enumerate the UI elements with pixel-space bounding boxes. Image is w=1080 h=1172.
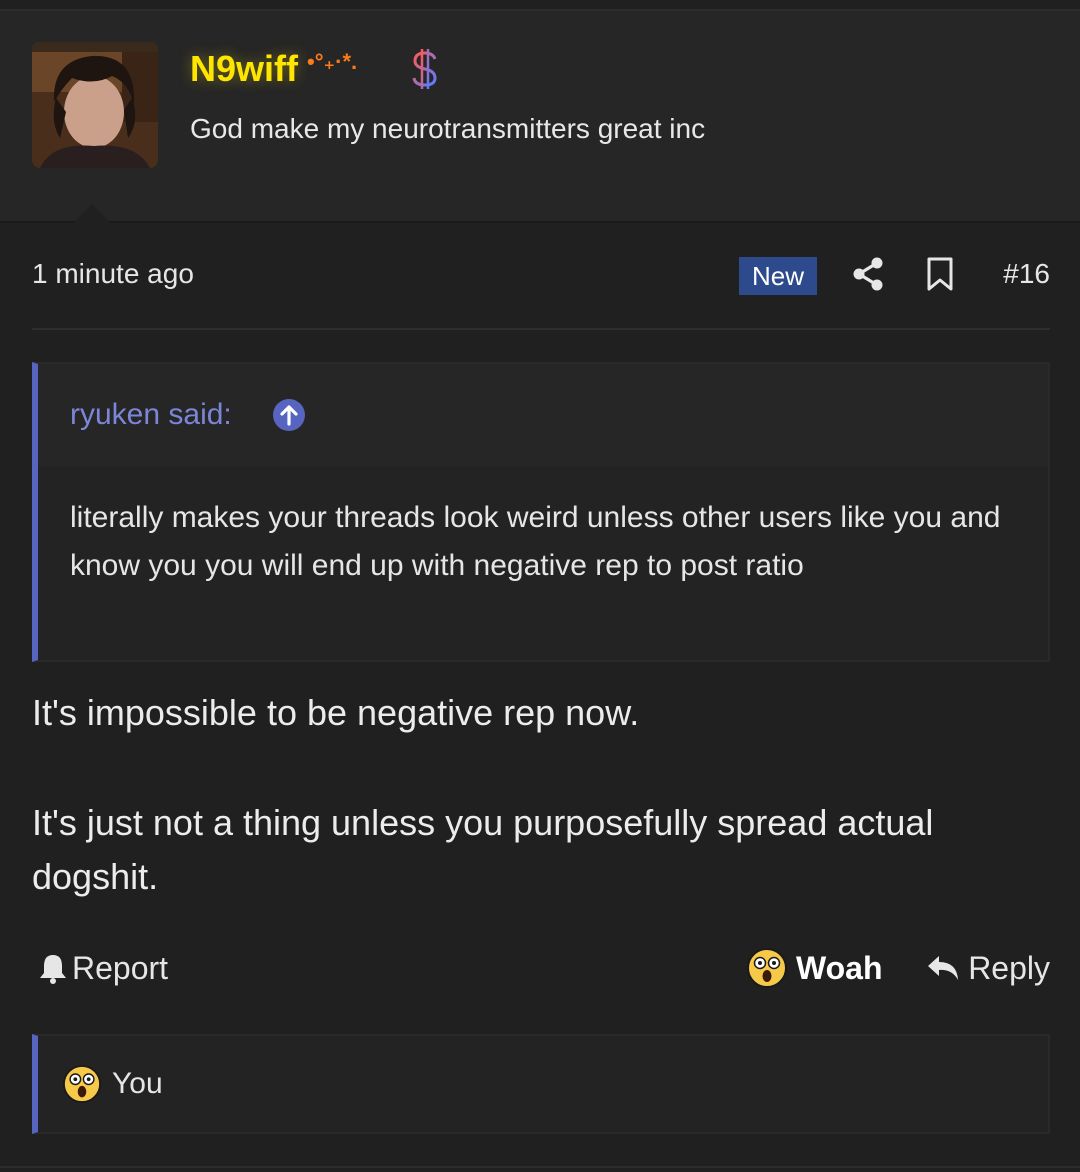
meta-divider — [32, 328, 1050, 330]
reaction-label: Woah — [796, 949, 883, 986]
username-decoration: •°₊·*. — [307, 49, 358, 74]
reactions-list: You — [62, 1064, 163, 1104]
bookmark-icon[interactable] — [925, 256, 955, 292]
post-actions: Report Woah Reply — [32, 944, 1050, 992]
bell-icon — [40, 955, 66, 984]
user-header: N9wiff •°₊·*. God make my neurotransmitt… — [0, 11, 1080, 232]
new-badge: New — [739, 257, 817, 295]
reactions-users[interactable]: You — [112, 1067, 163, 1101]
report-label: Report — [72, 949, 169, 986]
reply-button[interactable]: Reply — [926, 948, 1050, 988]
post-paragraph: It's impossible to be negative rep now. — [32, 692, 640, 733]
reply-label: Reply — [968, 949, 1050, 986]
post-body: It's impossible to be negative rep now. … — [32, 686, 1050, 904]
reactions-bar[interactable]: You — [32, 1034, 1050, 1134]
quote-author[interactable]: ryuken said: — [70, 396, 232, 434]
user-title: God make my neurotransmitters great inc — [190, 113, 706, 144]
astonished-face-icon — [747, 948, 787, 988]
username[interactable]: N9wiff — [190, 47, 298, 91]
astonished-face-icon — [62, 1064, 102, 1104]
post-paragraph: It's just not a thing unless you purpose… — [32, 802, 934, 897]
report-button[interactable]: Report — [38, 948, 168, 988]
post-time[interactable]: 1 minute ago — [32, 256, 194, 292]
quote-header: ryuken said: — [38, 364, 1048, 466]
avatar[interactable] — [32, 42, 158, 168]
quote-text: literally makes your threads look weird … — [70, 501, 1001, 582]
share-icon[interactable] — [850, 256, 886, 292]
arrow-up-circle-icon[interactable] — [272, 398, 306, 432]
reaction-button[interactable]: Woah — [746, 944, 883, 992]
post-meta: 1 minute ago New #16 — [32, 250, 1050, 300]
header-pointer — [64, 204, 120, 232]
quote-block: ryuken said: literally makes your thread… — [32, 362, 1050, 662]
reply-icon — [928, 956, 959, 980]
dollar-icon — [412, 49, 437, 89]
bottom-divider — [0, 1166, 1080, 1168]
post-number[interactable]: #16 — [1003, 256, 1050, 292]
